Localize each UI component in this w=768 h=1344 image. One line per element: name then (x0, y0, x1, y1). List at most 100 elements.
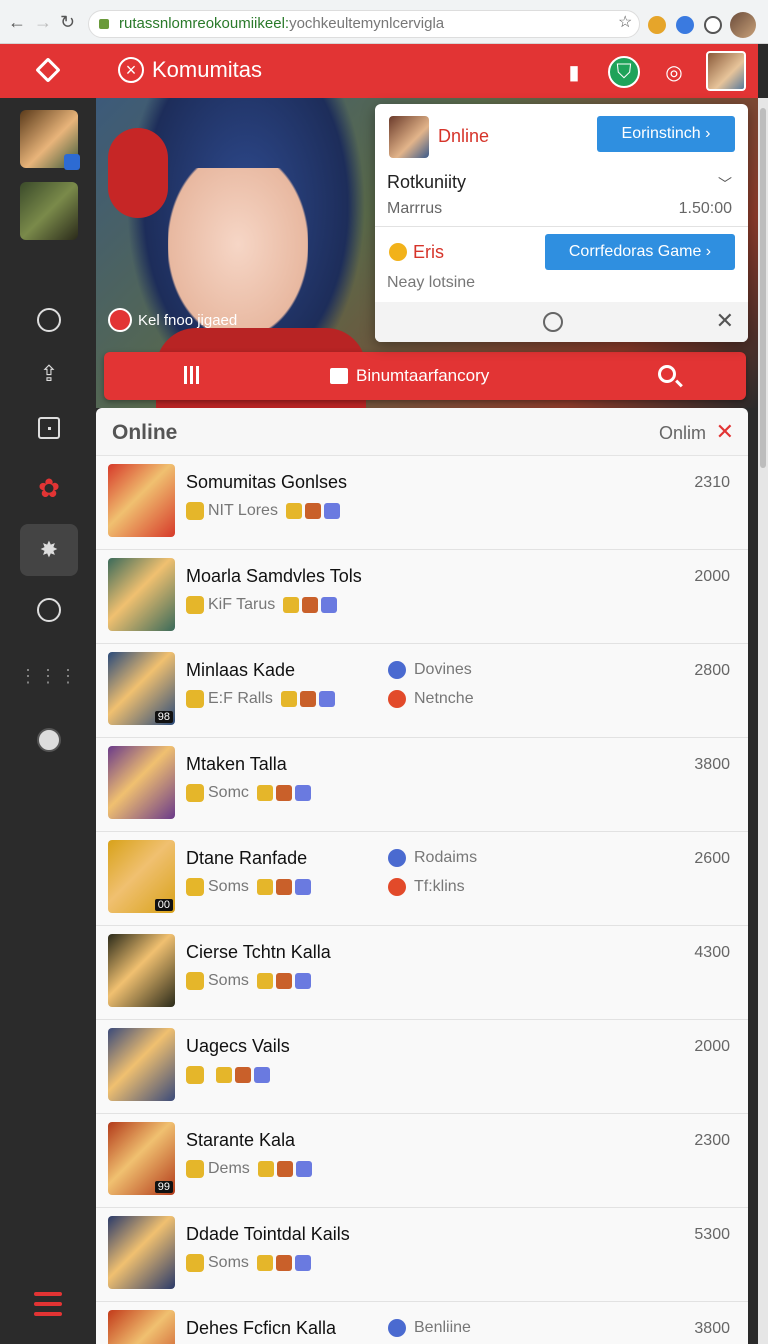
list-item[interactable]: Ddade Tointdal Kails Soms 5300 (96, 1208, 748, 1302)
extension-icon[interactable] (648, 16, 666, 34)
rank-icon (186, 1160, 204, 1178)
game-button[interactable]: Corrfedoras Game › (545, 234, 735, 270)
reward-icons (256, 973, 311, 989)
item-sub: Soms (186, 1254, 311, 1272)
item-name: Starante Kala (186, 1130, 296, 1150)
item-score: 3800 (694, 756, 730, 773)
item-mid-top-label: Dovines (414, 661, 472, 678)
game-thumbnail (108, 1216, 175, 1289)
game-thumbnail (108, 464, 175, 537)
scrollbar-thumb[interactable] (760, 108, 766, 468)
item-score: 5300 (694, 1226, 730, 1243)
popup-eris-label: Eris (413, 242, 444, 262)
item-name: Somumitas Gonlses (186, 472, 348, 492)
popup-eris-sub: Neay lotsine (387, 274, 476, 291)
sidebar-avatar-primary[interactable] (20, 110, 80, 170)
url-rest: yochkeultemynlcervigla (289, 15, 445, 32)
game-thumbnail (108, 558, 175, 631)
reward-icons (256, 785, 311, 801)
user-avatar[interactable] (706, 51, 746, 91)
smile-icon[interactable] (543, 312, 563, 332)
shield-icon[interactable]: ⛉ (608, 56, 640, 88)
close-circle-icon[interactable]: × (118, 57, 144, 83)
close-icon[interactable]: ✕ (716, 308, 734, 334)
close-icon[interactable]: ✕ (716, 419, 734, 445)
item-score: 4300 (694, 944, 730, 961)
upload-icon[interactable]: ⇪ (20, 348, 78, 400)
profile-avatar[interactable] (730, 12, 756, 38)
item-sub-label: Soms (208, 1254, 249, 1271)
gift-icon (330, 368, 348, 384)
list-item[interactable]: Mtaken Talla Somc 3800 (96, 738, 748, 832)
divider (375, 226, 748, 227)
item-sub-label: Dems (208, 1160, 250, 1177)
hero-tag[interactable]: Kel fnoo jigaed (108, 308, 237, 332)
chevron-down-icon[interactable]: ﹀ (718, 174, 732, 194)
clock-icon[interactable] (20, 294, 78, 346)
game-thumbnail: 98 (108, 652, 175, 725)
list-item[interactable]: 00 Dtane Ranfade Soms Rodaims Tf:klins 2600 (96, 832, 748, 926)
item-name: Moarla Samdvles Tols (186, 566, 362, 586)
item-sub-label: Soms (208, 972, 249, 989)
bag-icon[interactable]: ▮ (558, 56, 590, 88)
popup-row-value: 1.50:00 (678, 200, 732, 217)
search-icon[interactable] (658, 365, 676, 383)
item-score: 2000 (694, 568, 730, 585)
reward-icons (257, 1161, 312, 1177)
menu-icon[interactable] (34, 1292, 62, 1322)
item-name: Uagecs Vails (186, 1036, 290, 1056)
item-mid-bottom: Tf:klins (388, 878, 465, 896)
reward-icons (280, 691, 335, 707)
list-rows: Somumitas Gonlses NIT Lores 2310 Moarla Sam… (96, 456, 748, 1344)
notification-icon[interactable]: ◎ (658, 56, 690, 88)
apps-grid-icon[interactable]: ⋮⋮⋮ (19, 650, 78, 702)
address-bar[interactable]: rutassnlomreokoumiikeel:yochkeultemynlce… (88, 10, 640, 38)
primary-button[interactable]: Eorinstinch › (597, 116, 735, 152)
stats-icon[interactable] (184, 366, 199, 384)
sidebar-avatar-secondary[interactable] (20, 182, 78, 240)
reload-icon[interactable]: ↻ (60, 12, 75, 33)
item-sub: Dems (186, 1160, 312, 1178)
list-item[interactable]: Somumitas Gonlses NIT Lores 2310 (96, 456, 748, 550)
item-sub-label: NIT Lores (208, 502, 278, 519)
list-item[interactable]: 98 Minlaas Kade E:F Ralls Dovines Netnche 280… (96, 644, 748, 738)
page-title: Komumitas (152, 57, 263, 82)
page-title-group[interactable]: × Komumitas (118, 57, 262, 83)
extension-icon[interactable] (676, 16, 694, 34)
list-item[interactable]: Moarla Samdvles Tols KiF Tarus 2000 (96, 550, 748, 644)
item-mid-bottom-label: Netnche (414, 690, 474, 707)
flower-icon[interactable]: ✿ (20, 462, 78, 514)
rank-icon (186, 596, 204, 614)
gamepad-icon[interactable]: ✸ (20, 524, 78, 576)
reward-icons (283, 597, 338, 613)
forward-icon[interactable]: → (34, 12, 52, 33)
item-mid-top-label: Rodaims (414, 849, 478, 866)
list-item[interactable]: Uagecs Vails 2000 (96, 1020, 748, 1114)
browser-toolbar: ← → ↻ rutassnlomreokoumiikeel:yochkeulte… (0, 0, 768, 44)
toolbar-center-button[interactable]: Binumtaarfancory (330, 366, 489, 386)
list-filter[interactable]: Onlim (659, 423, 706, 444)
chat-icon[interactable] (20, 584, 78, 636)
popup-status: Dnline (438, 126, 490, 146)
hero-tag-label: Kel fnoo jigaed (138, 311, 238, 329)
rank-icon (186, 972, 204, 990)
logo[interactable] (0, 44, 96, 98)
settings-icon[interactable] (704, 16, 722, 34)
mid-icon (388, 1319, 406, 1337)
item-name: Cierse Tchtn Kalla (186, 942, 331, 962)
item-score: 2000 (694, 1038, 730, 1055)
rank-icon (186, 1066, 204, 1084)
location-icon[interactable] (20, 714, 78, 766)
back-icon[interactable]: ← (8, 12, 26, 33)
list-item[interactable]: Dehes Fcficn Kalla Benliine 3800 (96, 1302, 748, 1344)
square-icon[interactable] (20, 402, 78, 454)
list-header: Online Onlim ✕ (96, 408, 748, 456)
list-item[interactable]: 99 Starante Kala Dems 2300 (96, 1114, 748, 1208)
reward-icons (256, 879, 311, 895)
star-icon[interactable]: ☆ (618, 12, 632, 32)
item-sub-label: KiF Tarus (208, 596, 276, 613)
scrollbar[interactable] (758, 98, 768, 1344)
item-sub-label: E:F Ralls (208, 690, 273, 707)
rank-icon (186, 1254, 204, 1272)
list-item[interactable]: Cierse Tchtn Kalla Soms 4300 (96, 926, 748, 1020)
